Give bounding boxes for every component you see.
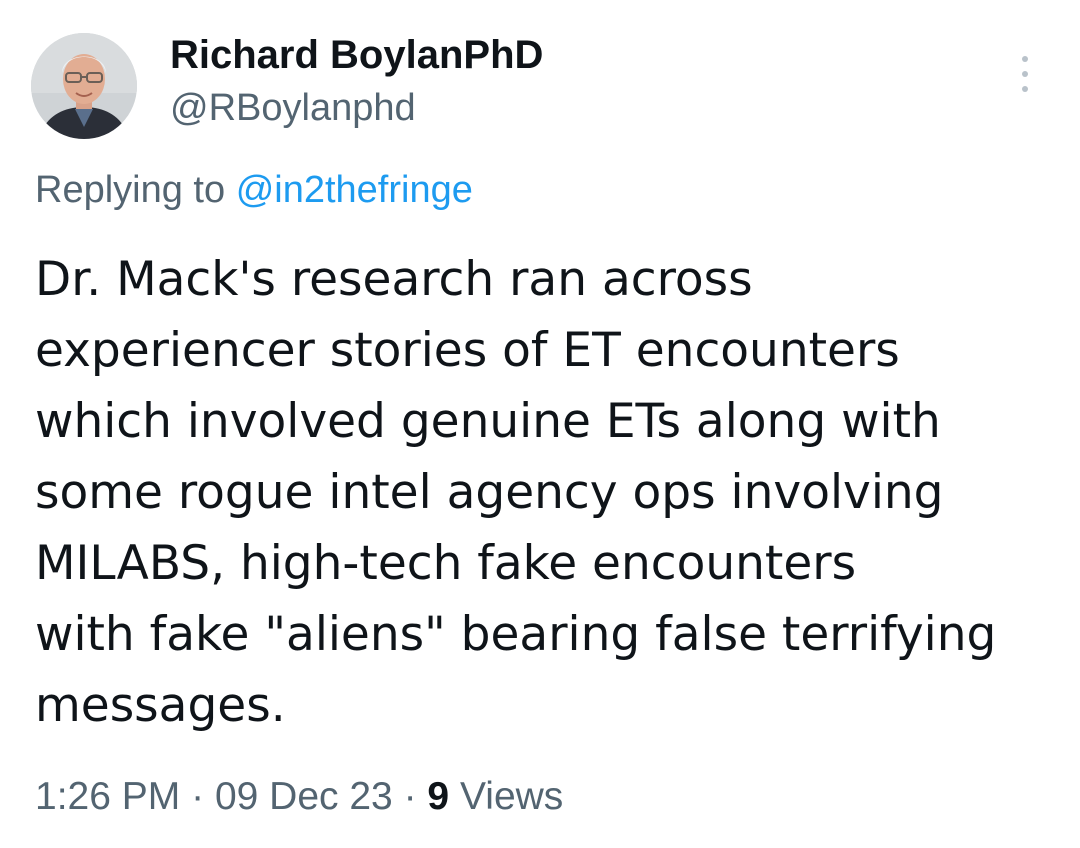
more-vertical-icon-dot [1022,71,1028,77]
tweet-text-line: some rogue intel agency ops involving [35,465,944,520]
tweet-text-line: Dr. Mack's research ran across [35,252,753,307]
tweet-metadata: 1:26 PM · 09 Dec 23 · 9 Views [35,772,563,822]
views-count: 9 [427,775,450,818]
author-display-name[interactable]: Richard BoylanPhD [170,30,543,80]
tweet-date[interactable]: 09 Dec 23 [215,775,393,818]
tweet-text-line: which involved genuine ETs along with [35,394,941,449]
tweet-text: Dr. Mack's research ran across experienc… [35,244,1055,741]
tweet-text-line: MILABS, high-tech fake encounters [35,536,857,591]
meta-separator: · [403,775,417,818]
meta-separator: · [191,775,205,818]
tweet-time[interactable]: 1:26 PM [35,775,180,818]
author-handle[interactable]: @RBoylanphd [170,84,416,132]
tweet-text-line: with fake "aliens" bearing false terrify… [35,607,997,662]
views-label: Views [459,775,564,818]
replying-to-label: Replying to [35,169,226,211]
more-options-button[interactable] [1008,52,1042,96]
profile-photo [31,33,137,139]
author-avatar[interactable] [31,33,137,139]
tweet-text-line: experiencer stories of ET encounters [35,323,900,378]
replying-to: Replying to @in2thefringe [35,166,473,214]
more-vertical-icon [1022,56,1028,62]
tweet-text-line: messages. [35,678,286,733]
more-vertical-icon-dot [1022,86,1028,92]
reply-mention-link[interactable]: @in2thefringe [236,169,473,211]
